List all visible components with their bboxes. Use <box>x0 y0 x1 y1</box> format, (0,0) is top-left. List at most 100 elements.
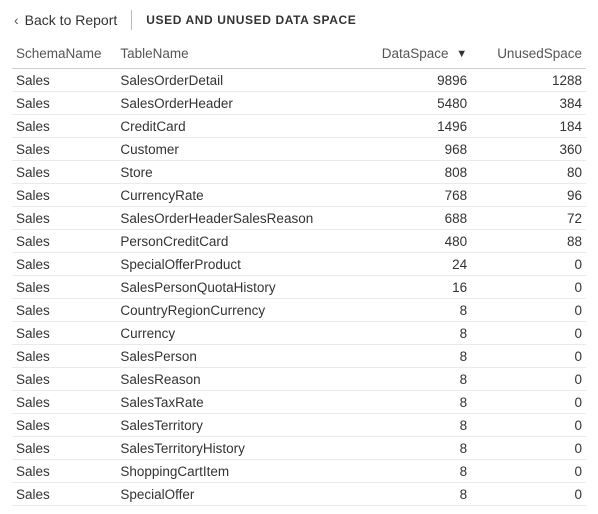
cell-unusedspace: 0 <box>471 483 586 506</box>
cell-tablename: Customer <box>116 138 335 161</box>
cell-tablename: SalesOrderHeader <box>116 92 335 115</box>
col-label: TableName <box>120 46 188 61</box>
cell-tablename: Store <box>116 161 335 184</box>
cell-unusedspace: 0 <box>471 437 586 460</box>
cell-unusedspace: 0 <box>471 299 586 322</box>
cell-schemaname: Sales <box>12 69 116 92</box>
cell-dataspace: 8 <box>336 368 472 391</box>
cell-unusedspace: 0 <box>471 460 586 483</box>
cell-schemaname: Sales <box>12 161 116 184</box>
cell-unusedspace: 184 <box>471 115 586 138</box>
cell-dataspace: 8 <box>336 414 472 437</box>
cell-dataspace: 9896 <box>336 69 472 92</box>
cell-schemaname: Sales <box>12 276 116 299</box>
cell-dataspace: 8 <box>336 322 472 345</box>
cell-schemaname: Sales <box>12 460 116 483</box>
cell-schemaname: Sales <box>12 230 116 253</box>
cell-schemaname: Sales <box>12 115 116 138</box>
table-row[interactable]: SalesStore80880 <box>12 161 586 184</box>
cell-schemaname: Sales <box>12 414 116 437</box>
cell-dataspace: 968 <box>336 138 472 161</box>
table-row[interactable]: SalesSalesPersonQuotaHistory160 <box>12 276 586 299</box>
table-row[interactable]: SalesSalesTaxRate80 <box>12 391 586 414</box>
table-row[interactable]: SalesSalesOrderHeaderSalesReason68872 <box>12 207 586 230</box>
cell-dataspace: 16 <box>336 276 472 299</box>
cell-dataspace: 8 <box>336 345 472 368</box>
table-row[interactable]: SalesSalesPerson80 <box>12 345 586 368</box>
cell-tablename: SalesPersonQuotaHistory <box>116 276 335 299</box>
page-title: USED AND UNUSED DATA SPACE <box>146 13 356 27</box>
cell-unusedspace: 0 <box>471 322 586 345</box>
cell-schemaname: Sales <box>12 253 116 276</box>
cell-tablename: SpecialOffer <box>116 483 335 506</box>
cell-dataspace: 768 <box>336 184 472 207</box>
cell-tablename: SpecialOfferProduct <box>116 253 335 276</box>
cell-unusedspace: 0 <box>471 345 586 368</box>
cell-schemaname: Sales <box>12 483 116 506</box>
cell-unusedspace: 72 <box>471 207 586 230</box>
cell-schemaname: Sales <box>12 345 116 368</box>
cell-tablename: SalesReason <box>116 368 335 391</box>
cell-unusedspace: 0 <box>471 414 586 437</box>
cell-schemaname: Sales <box>12 437 116 460</box>
cell-tablename: CurrencyRate <box>116 184 335 207</box>
col-header-schemaname[interactable]: SchemaName <box>12 40 116 69</box>
table-row[interactable]: SalesCountryRegionCurrency80 <box>12 299 586 322</box>
col-label: DataSpace <box>382 46 449 61</box>
cell-schemaname: Sales <box>12 207 116 230</box>
col-header-dataspace[interactable]: DataSpace ▼ <box>336 40 472 69</box>
cell-unusedspace: 384 <box>471 92 586 115</box>
table-row[interactable]: SalesCurrencyRate76896 <box>12 184 586 207</box>
table-row[interactable]: SalesSpecialOffer80 <box>12 483 586 506</box>
cell-unusedspace: 0 <box>471 391 586 414</box>
sort-desc-icon: ▼ <box>456 48 467 60</box>
cell-tablename: CreditCard <box>116 115 335 138</box>
table-row[interactable]: SalesCustomer968360 <box>12 138 586 161</box>
cell-dataspace: 8 <box>336 460 472 483</box>
table-row[interactable]: SalesPersonCreditCard48088 <box>12 230 586 253</box>
cell-tablename: ShoppingCartItem <box>116 460 335 483</box>
cell-unusedspace: 0 <box>471 368 586 391</box>
cell-tablename: SalesPerson <box>116 345 335 368</box>
cell-unusedspace: 88 <box>471 230 586 253</box>
cell-schemaname: Sales <box>12 368 116 391</box>
col-header-tablename[interactable]: TableName <box>116 40 335 69</box>
cell-dataspace: 24 <box>336 253 472 276</box>
cell-tablename: Currency <box>116 322 335 345</box>
cell-unusedspace: 360 <box>471 138 586 161</box>
cell-tablename: SalesTerritory <box>116 414 335 437</box>
cell-tablename: PersonCreditCard <box>116 230 335 253</box>
cell-schemaname: Sales <box>12 299 116 322</box>
cell-dataspace: 8 <box>336 483 472 506</box>
cell-tablename: SalesOrderHeaderSalesReason <box>116 207 335 230</box>
cell-dataspace: 808 <box>336 161 472 184</box>
table-row[interactable]: SalesSalesOrderHeader5480384 <box>12 92 586 115</box>
report-header: ‹ Back to Report USED AND UNUSED DATA SP… <box>0 0 598 38</box>
col-header-unusedspace[interactable]: UnusedSpace <box>471 40 586 69</box>
cell-unusedspace: 0 <box>471 253 586 276</box>
back-label: Back to Report <box>25 12 118 28</box>
header-row: SchemaName TableName DataSpace ▼ UnusedS… <box>12 40 586 69</box>
cell-tablename: SalesTerritoryHistory <box>116 437 335 460</box>
table-row[interactable]: SalesSalesTerritoryHistory80 <box>12 437 586 460</box>
table-row[interactable]: SalesSalesReason80 <box>12 368 586 391</box>
table-row[interactable]: SalesSpecialOfferProduct240 <box>12 253 586 276</box>
cell-schemaname: Sales <box>12 322 116 345</box>
table-row[interactable]: SalesSalesTerritory80 <box>12 414 586 437</box>
table-row[interactable]: SalesCurrency80 <box>12 322 586 345</box>
back-to-report-button[interactable]: ‹ Back to Report <box>14 12 131 28</box>
table-row[interactable]: SalesSalesOrderDetail98961288 <box>12 69 586 92</box>
col-label: SchemaName <box>16 46 102 61</box>
cell-schemaname: Sales <box>12 138 116 161</box>
cell-unusedspace: 0 <box>471 276 586 299</box>
table-row[interactable]: SalesCreditCard1496184 <box>12 115 586 138</box>
cell-unusedspace: 1288 <box>471 69 586 92</box>
cell-unusedspace: 96 <box>471 184 586 207</box>
divider <box>131 10 132 30</box>
cell-dataspace: 8 <box>336 437 472 460</box>
cell-tablename: CountryRegionCurrency <box>116 299 335 322</box>
cell-dataspace: 688 <box>336 207 472 230</box>
cell-schemaname: Sales <box>12 184 116 207</box>
table-row[interactable]: SalesShoppingCartItem80 <box>12 460 586 483</box>
cell-dataspace: 8 <box>336 391 472 414</box>
